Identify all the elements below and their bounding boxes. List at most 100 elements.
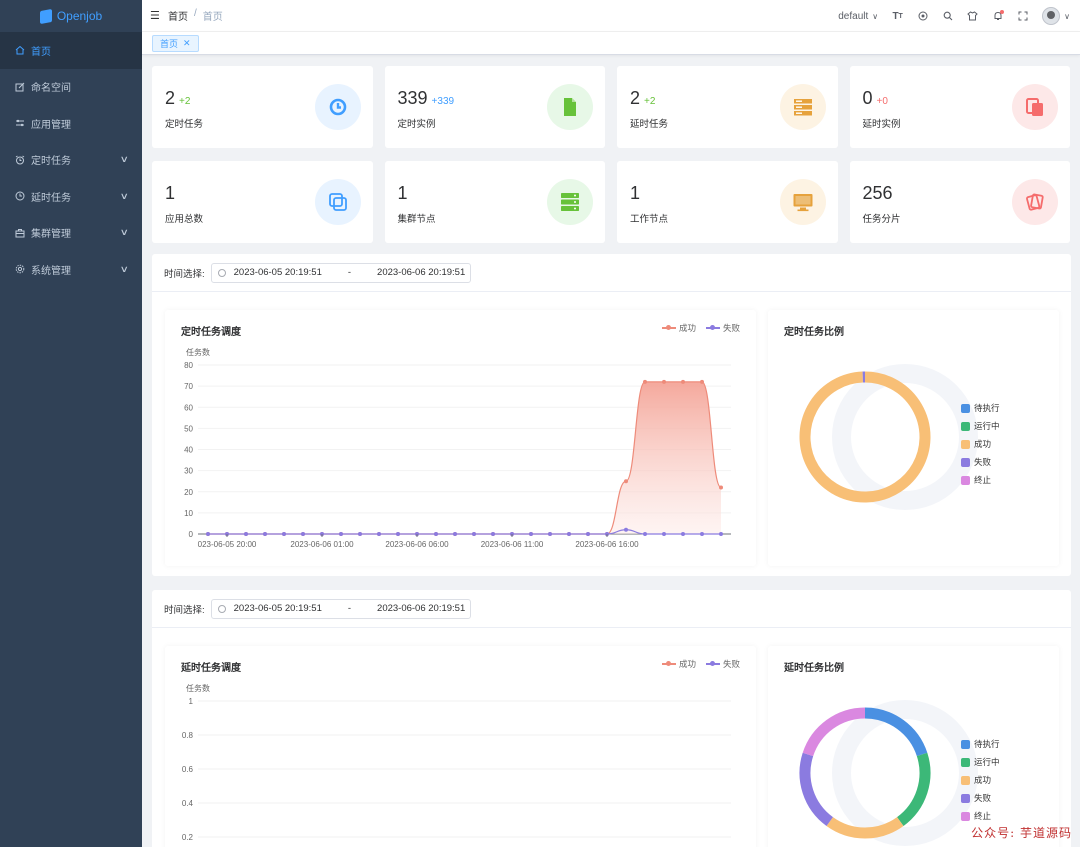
github-icon[interactable] [917, 11, 928, 22]
data-point[interactable] [472, 532, 476, 536]
hamburger-menu-icon[interactable]: ☰ [150, 9, 160, 22]
monitor-icon [779, 179, 826, 225]
sidebar-item-0[interactable]: 首页 [0, 32, 142, 69]
x-tick-label: 2023-06-06 16:00 [575, 540, 639, 549]
close-icon[interactable]: ✕ [183, 38, 191, 49]
pie-chart-card: 延时任务比例 待执行 运行中 成功 失败 终止 [768, 646, 1059, 847]
sidebar-item-label: 命名空间 [31, 83, 71, 95]
time-select-label: 时间选择: [164, 268, 205, 280]
data-point[interactable] [263, 532, 267, 536]
data-point[interactable] [206, 532, 210, 536]
data-point[interactable] [567, 532, 571, 536]
pie-legend-item[interactable]: 成功 [961, 438, 1000, 450]
pie-legend-item[interactable]: 待执行 [961, 738, 1000, 750]
legend-label: 失败 [974, 793, 992, 803]
data-point[interactable] [282, 532, 286, 536]
data-point[interactable] [662, 379, 666, 384]
sidebar-item-5[interactable]: 集群管理 ∨ [0, 215, 142, 252]
sidebar-item-1[interactable]: 命名空间 [0, 69, 142, 106]
stat-value-wrap: 0 +0 [863, 88, 888, 109]
data-point[interactable] [700, 379, 704, 384]
stat-delta: +0 [876, 96, 888, 107]
range-separator: - [347, 267, 352, 278]
search-icon[interactable] [942, 11, 953, 22]
data-point[interactable] [719, 532, 723, 536]
copy-icon [314, 179, 361, 225]
data-point[interactable] [624, 479, 628, 484]
tag-home[interactable]: 首页 ✕ [152, 35, 199, 52]
pie-legend-item[interactable]: 运行中 [961, 756, 1000, 768]
stat-label: 集群节点 [397, 214, 436, 225]
data-point[interactable] [339, 532, 343, 536]
pie-legend-item[interactable]: 失败 [961, 792, 1000, 804]
y-tick-label: 80 [184, 361, 193, 370]
date-range-picker[interactable]: 2023-06-05 20:19:51 - 2023-06-06 20:19:5… [210, 262, 471, 283]
data-point[interactable] [301, 532, 305, 536]
tags-view: 首页 ✕ [142, 32, 1080, 55]
x-tick-label: 023-06-05 20:00 [198, 540, 257, 549]
pie-legend-item[interactable]: 终止 [961, 810, 1000, 822]
legend-label: 终止 [974, 475, 992, 485]
chevron-down-icon[interactable]: ∨ [120, 191, 129, 202]
data-point[interactable] [548, 532, 552, 536]
data-point[interactable] [358, 532, 362, 536]
data-point[interactable] [491, 532, 495, 536]
theme-icon[interactable] [967, 11, 978, 22]
sidebar-item-2[interactable]: 应用管理 [0, 105, 142, 142]
stat-card: 1 应用总数 [152, 161, 373, 243]
stat-value: 0 [862, 88, 873, 108]
series-area-success [208, 381, 721, 534]
data-point[interactable] [700, 532, 704, 536]
data-point[interactable] [681, 379, 685, 384]
fullscreen-icon[interactable] [1017, 11, 1028, 22]
data-point[interactable] [719, 485, 723, 490]
delayed-line-chart: 任务数 0.2 0.4 0.6 0.8 1 [182, 683, 731, 842]
stat-value-wrap: 256 [863, 183, 893, 204]
pie-legend-item[interactable]: 运行中 [961, 420, 1000, 432]
chevron-down-icon[interactable]: ∨ [120, 154, 129, 165]
range-end: 2023-06-06 20:19:51 [377, 603, 466, 614]
bell-icon[interactable] [992, 9, 1005, 22]
data-point[interactable] [643, 379, 647, 384]
chevron-down-icon[interactable]: ∨ [120, 227, 129, 238]
pie-legend-item[interactable]: 失败 [961, 456, 1000, 468]
pie-legend-item[interactable]: 待执行 [961, 402, 1000, 414]
legend-swatch [961, 793, 970, 803]
y-tick-label: 40 [184, 446, 193, 455]
stat-value-wrap: 1 [398, 183, 408, 204]
stat-card: 256 任务分片 [849, 161, 1070, 243]
pie-legend-item[interactable]: 成功 [961, 774, 1000, 786]
font-size-icon[interactable]: TT [892, 11, 903, 22]
delayed-task-panel: 时间选择: 2023-06-05 20:19:51 - 2023-06-06 2… [152, 590, 1071, 847]
stat-label: 延时实例 [862, 119, 901, 130]
range-separator: - [347, 603, 352, 614]
server-stack-icon [547, 179, 593, 225]
sidebar-item-label: 应用管理 [31, 119, 71, 131]
stat-label: 定时任务 [165, 119, 204, 130]
data-point[interactable] [377, 532, 381, 536]
pie-slice-3[interactable] [799, 752, 834, 826]
data-point[interactable] [643, 532, 647, 536]
sidebar-item-4[interactable]: 延时任务 ∨ [0, 178, 142, 215]
legend-label: 失败 [974, 457, 992, 467]
data-point[interactable] [586, 532, 590, 536]
app-logo[interactable]: Openjob [0, 0, 142, 32]
data-point[interactable] [529, 532, 533, 536]
files-icon [1012, 179, 1058, 225]
sidebar-item-3[interactable]: 定时任务 ∨ [0, 142, 142, 179]
date-range-picker[interactable]: 2023-06-05 20:19:51 - 2023-06-06 20:19:5… [210, 598, 471, 619]
pie-legend-item[interactable]: 终止 [961, 474, 1000, 486]
sidebar-item-6[interactable]: 系统管理 ∨ [0, 251, 142, 288]
user-menu[interactable]: ∨ [1042, 7, 1070, 25]
scheduled-pie-chart [799, 364, 978, 510]
data-point[interactable] [681, 532, 685, 536]
data-point[interactable] [396, 532, 400, 536]
data-point[interactable] [662, 532, 666, 536]
chevron-down-icon[interactable]: ∨ [120, 264, 129, 275]
namespace-select[interactable]: default ∨ [838, 11, 878, 22]
breadcrumb-item-home[interactable]: 首页 [168, 8, 188, 23]
data-point[interactable] [624, 527, 628, 532]
data-point[interactable] [453, 532, 457, 536]
data-point[interactable] [434, 532, 438, 536]
data-point[interactable] [244, 532, 248, 536]
